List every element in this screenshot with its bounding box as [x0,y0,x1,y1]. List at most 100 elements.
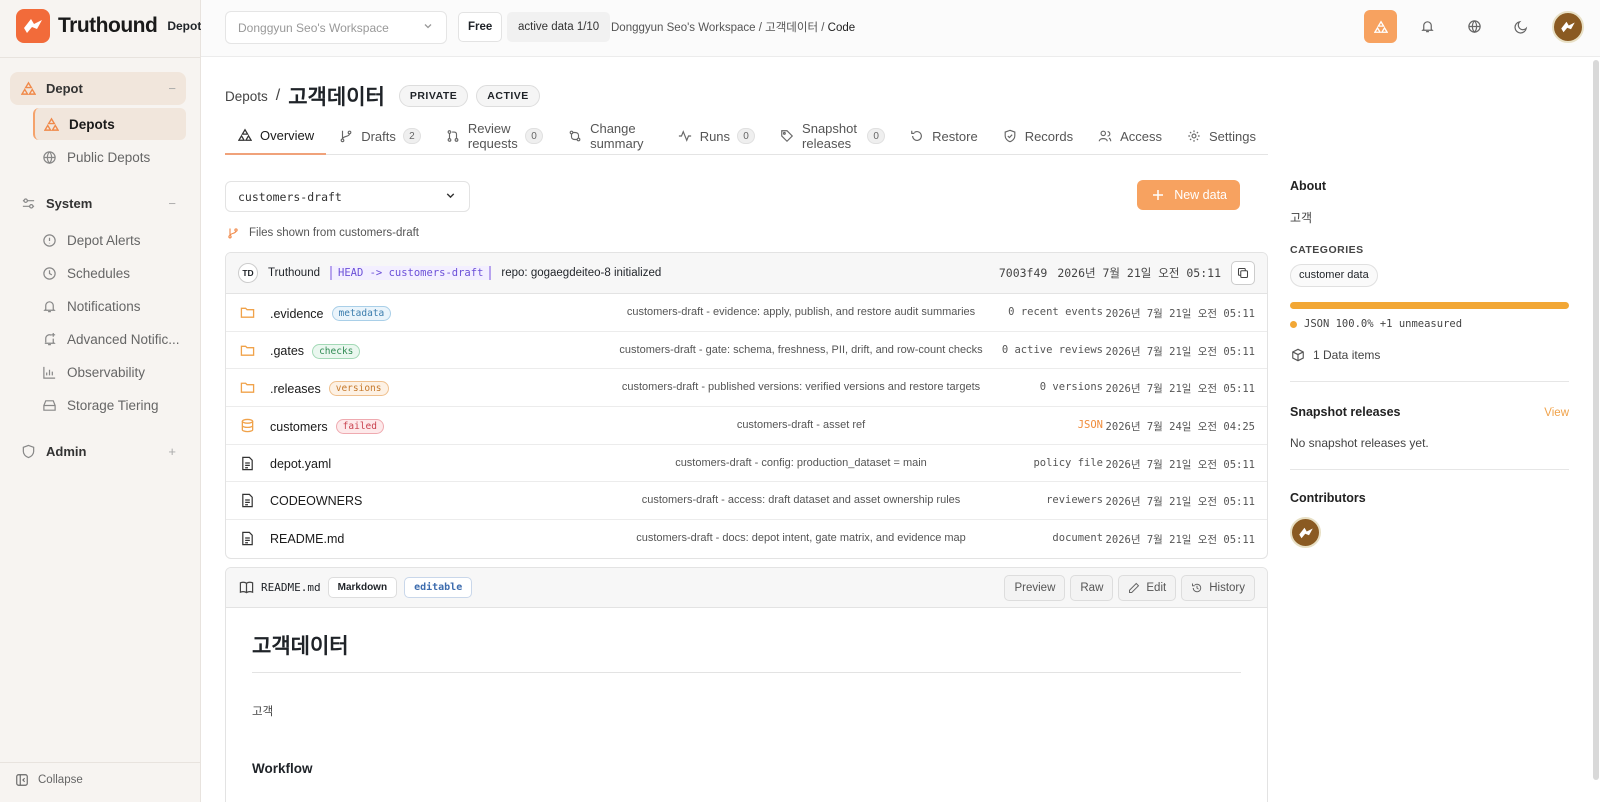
copy-hash-button[interactable] [1231,261,1255,285]
section-toggle-icon[interactable]: + [168,444,176,459]
contributors-heading: Contributors [1290,491,1366,505]
file-name[interactable]: .evidence [270,307,324,321]
file-commit-message[interactable]: customers-draft - access: draft dataset … [596,494,1006,506]
plus-icon [1150,187,1166,203]
sidebar-item-notifications[interactable]: Notifications [33,290,186,322]
file-tag: versions [328,381,389,397]
breadcrumb-workspace[interactable]: Donggyun Seo's Workspace [611,22,756,34]
file-name[interactable]: README.md [270,532,344,546]
tab-review-requests[interactable]: Review requests 0 [433,117,555,155]
raw-button[interactable]: Raw [1070,574,1114,601]
file-commit-message[interactable]: customers-draft - docs: depot intent, ga… [596,532,1006,544]
file-row[interactable]: README.md customers-draft - docs: depot i… [226,520,1267,558]
contributor-avatar[interactable] [1290,517,1321,548]
file-row[interactable]: CODEOWNERS customers-draft - access: draf… [226,482,1267,521]
workspace-select[interactable]: Donggyun Seo's Workspace [225,11,447,44]
file-date: 2026년 7월 21일 오전 05:11 [1105,458,1255,471]
tab-label: Access [1120,128,1163,144]
tab-restore[interactable]: Restore [897,117,990,155]
sidebar-section-label: System [46,196,93,211]
language-button[interactable] [1458,10,1491,43]
file-commit-message[interactable]: customers-draft - gate: schema, freshnes… [596,344,1006,356]
file-row[interactable]: .releases versions customers-draft - publi… [226,369,1267,408]
commit-author[interactable]: Truthound [268,267,320,279]
about-divider [1290,469,1569,470]
file-name-cell: .releases versions [270,381,389,397]
category-pill[interactable]: customer data [1290,264,1378,287]
chevron-down-icon [422,20,434,35]
tab-runs[interactable]: Runs 0 [665,117,767,155]
file-meta: 0 active reviews [1001,343,1103,356]
file-date: 2026년 7월 21일 오전 05:11 [1105,308,1255,320]
pencil-icon [1129,582,1140,593]
file-name[interactable]: customers [270,420,328,434]
snapshot-view-link[interactable]: View [1544,407,1569,419]
visibility-badge: PRIVATE [398,85,469,107]
new-data-button[interactable]: New data [1137,180,1240,210]
tab-access[interactable]: Access [1085,117,1174,155]
sidebar-item-observability[interactable]: Observability [33,356,186,388]
file-commit-message[interactable]: customers-draft - asset ref [596,419,1006,431]
new-data-label: New data [1174,188,1227,202]
sidebar-item-depots[interactable]: Depots [33,108,186,140]
sidebar-item-advanced-notifications[interactable]: Advanced Notific... [33,323,186,355]
sidebar-item-depot-alerts[interactable]: Depot Alerts [33,224,186,256]
branch-select[interactable]: customers-draft [225,181,470,212]
sidebar-item-schedules[interactable]: Schedules [33,257,186,289]
tab-label: Review requests [467,121,518,151]
file-row[interactable]: .gates checks customers-draft - gate: sche… [226,332,1267,370]
sidebar-divider [0,57,201,58]
file-name-cell: customers failed [270,419,384,435]
collapse-icon [14,772,30,788]
history-button[interactable]: History [1181,574,1255,601]
file-commit-message[interactable]: customers-draft - published versions: ve… [596,381,1006,393]
edit-label: Edit [1146,581,1167,594]
brand-logo[interactable]: Truthound Depot [16,9,201,43]
depots-link[interactable]: Depots [225,89,268,104]
tab-count: 2 [402,128,421,144]
theme-toggle-button[interactable] [1505,10,1538,43]
sidebar-item-label: Observability [67,364,146,380]
tab-change-summary[interactable]: Change summary [555,117,665,155]
tab-settings[interactable]: Settings [1174,117,1268,155]
file-row[interactable]: customers failed customers-draft - asset r… [226,407,1267,445]
branch-icon [225,225,241,241]
files-source-text: Files shown from customers-draft [249,227,419,239]
file-date: 2026년 7월 21일 오전 05:11 [1105,534,1255,547]
file-name[interactable]: depot.yaml [270,457,331,471]
sidebar-section-system[interactable]: System − [10,187,186,220]
tab-records[interactable]: Records [990,117,1085,155]
file-commit-message[interactable]: customers-draft - evidence: apply, publi… [596,306,1006,318]
file-name[interactable]: .gates [270,344,304,358]
file-row[interactable]: depot.yaml customers-draft - config: prod… [226,445,1267,483]
file-commit-message[interactable]: customers-draft - config: production_dat… [596,457,1006,469]
depot-switch-button[interactable] [1364,10,1397,43]
tab-snapshot-releases[interactable]: Snapshot releases 0 [767,117,897,155]
tab-drafts[interactable]: Drafts 2 [326,117,433,155]
section-toggle-icon[interactable]: − [168,81,176,96]
sidebar-section-admin[interactable]: Admin + [10,435,186,468]
readme-mode-badge: editable [404,577,473,598]
commit-hash[interactable]: 7003f49 [999,266,1047,280]
page-scrollbar[interactable] [1593,60,1599,780]
breadcrumb-depot[interactable]: 고객데이터 [765,22,818,34]
database-icon [240,418,255,436]
file-name[interactable]: .releases [270,382,321,396]
file-row[interactable]: .evidence metadata customers-draft - evide… [226,294,1267,332]
file-name[interactable]: CODEOWNERS [270,494,362,508]
section-toggle-icon[interactable]: − [168,196,176,211]
sidebar-item-label: Depots [69,116,115,132]
sidebar-item-storage-tiering[interactable]: Storage Tiering [33,389,186,421]
about-heading: About [1290,179,1327,193]
preview-button[interactable]: Preview [1004,574,1066,601]
commit-message[interactable]: repo: gogaegdeiteo-8 initialized [501,267,661,279]
pull-request-icon [445,128,461,144]
collapse-button[interactable]: Collapse [14,772,83,788]
sidebar-item-public-depots[interactable]: Public Depots [33,141,186,173]
edit-button[interactable]: Edit [1118,574,1177,601]
user-avatar[interactable] [1552,10,1584,43]
notifications-button[interactable] [1411,10,1444,43]
plan-badge[interactable]: Free [458,12,503,42]
tab-overview[interactable]: Overview [225,117,327,155]
sidebar-section-depot[interactable]: Depot − [10,72,186,105]
